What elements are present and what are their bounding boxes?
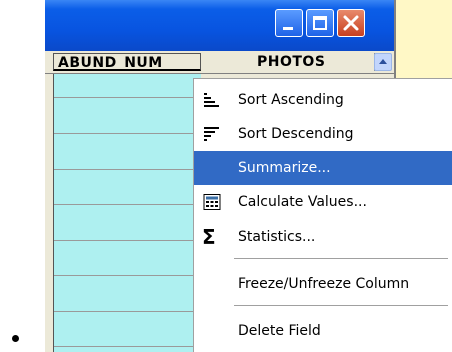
menu-item-freeze-column[interactable]: Freeze/Unfreeze Column (194, 267, 452, 301)
maximize-button[interactable] (306, 9, 334, 37)
column-header-photos[interactable]: PHOTOS (205, 53, 375, 71)
table-row (54, 133, 202, 134)
menu-item-sort-ascending[interactable]: Sort Ascending (194, 83, 452, 117)
column-header-abund-num[interactable]: ABUND_NUM (53, 53, 201, 71)
menu-item-summarize[interactable]: Summarize... (194, 151, 452, 185)
menu-item-label: Delete Field (238, 323, 321, 339)
menu-item-delete-field[interactable]: Delete Field (194, 314, 452, 348)
calculator-icon (203, 194, 221, 210)
menu-item-label: Sort Descending (238, 126, 354, 142)
close-icon (343, 15, 359, 31)
window-titlebar[interactable] (45, 0, 394, 51)
menu-item-label: Statistics... (238, 229, 316, 245)
sort-descending-icon (204, 127, 219, 141)
menu-separator (234, 258, 448, 259)
table-row (54, 97, 202, 98)
table-grid[interactable] (53, 74, 202, 352)
table-row (54, 169, 202, 170)
menu-item-label: Summarize... (238, 160, 331, 176)
menu-item-label: Freeze/Unfreeze Column (238, 276, 410, 292)
minimize-icon (283, 27, 293, 30)
table-row (54, 240, 202, 241)
scroll-up-button[interactable] (374, 53, 392, 71)
table-row (54, 346, 202, 347)
close-button[interactable] (337, 9, 365, 37)
table-row (54, 275, 202, 276)
maximize-icon (313, 16, 327, 30)
column-context-menu: Sort Ascending Sort Descending Summarize… (193, 78, 452, 352)
sort-ascending-icon (204, 93, 219, 107)
menu-item-label: Sort Ascending (238, 92, 344, 108)
menu-separator (234, 305, 448, 306)
menu-item-sort-descending[interactable]: Sort Descending (194, 117, 452, 151)
table-row (54, 311, 202, 312)
sigma-icon: Σ (202, 225, 216, 249)
menu-item-statistics[interactable]: Σ Statistics... (194, 220, 452, 254)
minimize-button[interactable] (275, 9, 303, 37)
table-row (54, 204, 202, 205)
menu-item-label: Calculate Values... (238, 194, 367, 210)
table-header-row: ABUND_NUM PHOTOS (45, 51, 394, 74)
list-bullet (12, 335, 19, 342)
menu-item-calculate-values[interactable]: Calculate Values... (194, 185, 452, 219)
